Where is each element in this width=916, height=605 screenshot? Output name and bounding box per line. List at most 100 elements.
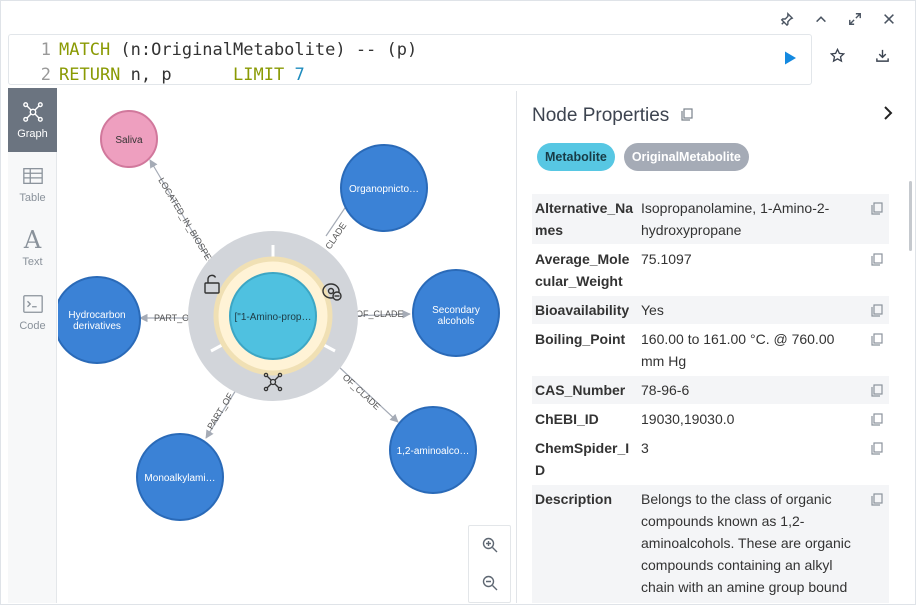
line-number: 1 [40,40,51,60]
node-properties-panel: Node Properties Metabolite OriginalMetab… [516,91,914,603]
property-key: Boiling_Point [535,331,626,347]
tab-text[interactable]: A Text [8,216,57,280]
edge-label: OF_CLADE [341,372,383,412]
text-icon: A [23,226,42,254]
copy-icon[interactable] [871,304,883,317]
properties-scrollbar[interactable] [909,181,912,251]
node-monoalkylamines[interactable]: Monoalkylami… [136,433,224,521]
code-icon [22,294,43,313]
properties-table: Alternative_Names Isopropanolamine, 1-Am… [532,193,889,603]
property-key: Alternative_Names [535,200,634,238]
query-code[interactable]: MATCH (n:OriginalMetabolite) -- (p) RETUR… [59,38,417,88]
node-secondary-alcohols[interactable]: Secondary alcohols [412,269,500,357]
copy-icon[interactable] [871,202,883,215]
zoom-in-button[interactable] [469,526,510,564]
zoom-controls [468,525,511,603]
node-caption: 1,2-aminoalco… [397,446,470,457]
play-icon [785,51,796,65]
collapse-panel-button[interactable] [880,105,896,121]
tab-label: Code [19,319,46,332]
edge-label: CLADE [323,221,348,251]
zoom-in-icon [482,537,497,553]
node-aminoalcohols[interactable]: 1,2-aminoalco… [389,406,477,494]
property-row: Average_Molecular_Weight 75.1097 [532,244,889,295]
copy-icon[interactable] [871,253,883,266]
node-caption: Monoalkylami… [144,473,215,484]
property-row: Boiling_Point 160.00 to 161.00 °C. @ 760… [532,324,889,375]
number-literal: 7 [294,65,305,85]
cypher-editor[interactable]: 1 2 MATCH (n:OriginalMetabolite) -- (p) R… [8,34,812,85]
property-value: 78-96-6 [641,382,690,398]
copy-icon[interactable] [871,413,883,426]
property-value: 75.1097 [641,251,692,267]
table-icon [22,167,43,184]
code-line-1: MATCH (n:OriginalMetabolite) -- (p) [59,38,417,63]
property-row: Bioavailability Yes [532,295,889,324]
node-saliva[interactable]: Saliva [100,110,158,168]
property-row: ChEBI_ID 19030,19030.0 [532,404,889,433]
node-organopnictogen[interactable]: Organopnicto… [340,144,428,232]
tab-label: Text [22,256,43,268]
graph-svg[interactable]: LOCATED_IN_BIOSPEC CLADE OF_CLADE OF_CLA… [58,88,515,603]
node-caption: Secondary alcohols [432,305,480,327]
copy-icon[interactable] [871,493,883,506]
graph-canvas[interactable]: LOCATED_IN_BIOSPEC CLADE OF_CLADE OF_CLA… [58,88,515,603]
label-badge[interactable]: Metabolite [537,143,615,171]
keyword: RETURN [59,65,121,85]
code-text: n, p [120,65,234,85]
property-row: Alternative_Names Isopropanolamine, 1-Am… [532,193,889,244]
property-key: Average_Molecular_Weight [535,251,630,289]
property-value: Belongs to the class of organic compound… [641,491,851,603]
property-value: 19030,19030.0 [641,411,735,427]
run-query-button[interactable] [779,47,801,69]
graph-icon [22,101,43,122]
node-center[interactable]: ["1-Amino-prop… [229,272,317,360]
property-value: Yes [641,302,664,318]
collapse-icon[interactable] [811,9,831,29]
copy-icon[interactable] [871,333,883,346]
property-row: ChemSpider_ID 3 [532,433,889,484]
panel-title-text: Node Properties [532,105,670,127]
tab-table[interactable]: Table [8,152,57,216]
download-icon [875,49,889,62]
pin-icon[interactable] [777,9,797,29]
window-controls [777,9,899,29]
property-key: Description [535,491,613,507]
property-value: 3 [641,440,649,456]
zoom-out-button[interactable] [469,564,510,602]
copy-icon[interactable] [871,442,883,455]
panel-title: Node Properties [532,105,693,127]
tab-graph[interactable]: Graph [8,88,57,152]
tab-code[interactable]: Code [8,280,57,344]
property-key: CAS_Number [535,382,626,398]
property-row: CAS_Number 78-96-6 [532,375,889,404]
node-hydrocarbon-derivatives[interactable]: Hydrocarbon derivatives [58,276,141,364]
line-numbers: 1 2 [9,38,51,88]
chevron-right-icon [884,106,893,120]
zoom-out-icon [482,575,497,591]
property-key: Bioavailability [535,302,630,318]
star-icon [829,47,845,62]
download-button[interactable] [872,45,892,65]
tab-label: Table [19,191,46,204]
node-caption: Hydrocarbon derivatives [68,310,125,332]
edge-label: OF_CLADE [356,309,404,319]
fullscreen-icon[interactable] [845,9,865,29]
node-labels: Metabolite OriginalMetabolite [537,143,749,171]
property-value: 160.00 to 161.00 °C. @ 760.00 mm Hg [641,331,835,369]
copy-icon[interactable] [680,105,693,127]
favorite-button[interactable] [827,45,847,65]
view-switcher: Graph Table A Text Code [8,88,57,603]
property-row: Description Belongs to the class of orga… [532,484,889,603]
node-caption: Saliva [115,135,143,146]
keyword: MATCH [59,40,111,60]
copy-icon[interactable] [871,384,883,397]
close-icon[interactable] [879,9,899,29]
keyword: LIMIT [233,65,285,85]
node-caption: Organopnicto… [349,184,419,195]
node-caption: ["1-Amino-prop… [235,312,312,323]
label-badge[interactable]: OriginalMetabolite [623,143,749,171]
property-key: ChEBI_ID [535,411,599,427]
neo4j-browser-frame: 1 2 MATCH (n:OriginalMetabolite) -- (p) R… [0,0,916,605]
line-number: 2 [40,65,51,85]
